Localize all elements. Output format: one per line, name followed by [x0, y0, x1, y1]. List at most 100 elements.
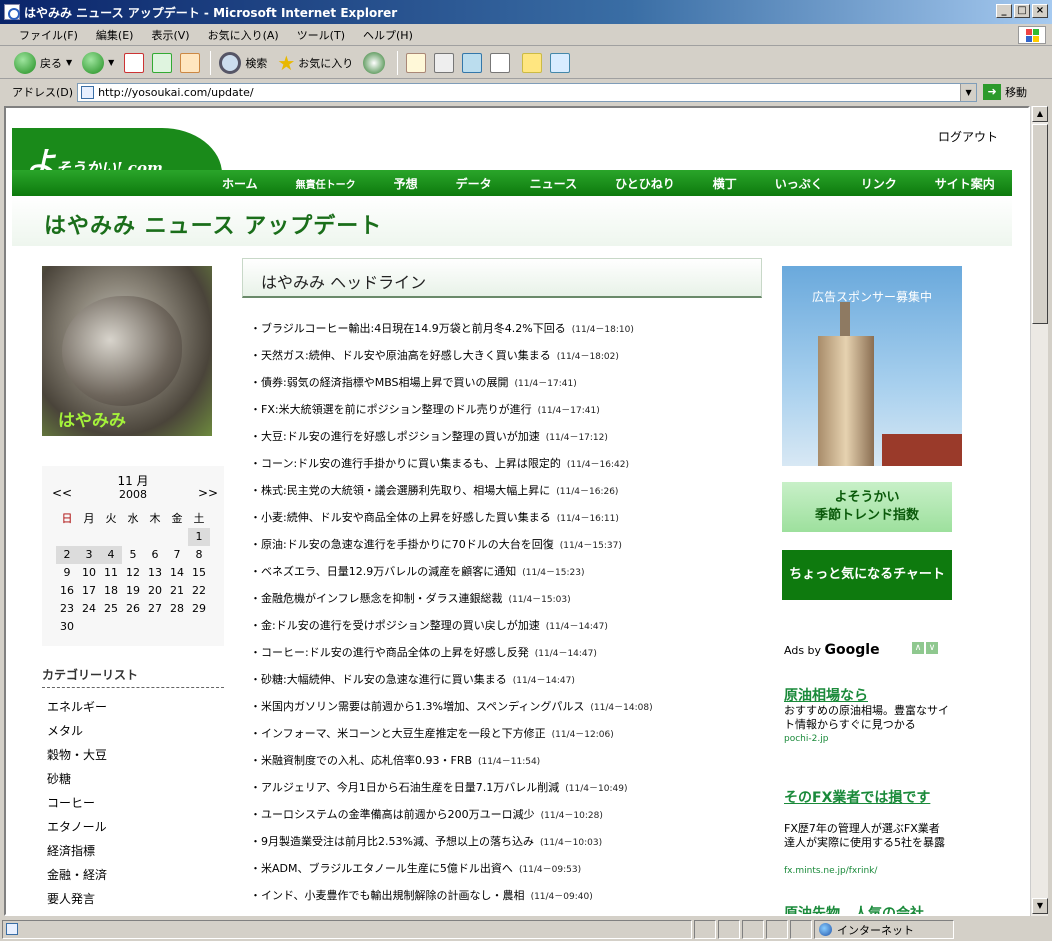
- category-item[interactable]: 金融・経済: [47, 866, 107, 883]
- calendar-day[interactable]: 13: [144, 564, 166, 582]
- category-item[interactable]: エネルギー: [47, 698, 107, 715]
- history-icon[interactable]: [363, 51, 386, 74]
- messenger-icon[interactable]: [462, 52, 483, 73]
- address-input[interactable]: http://yosoukai.com/update/ ▼: [77, 82, 978, 102]
- calendar-day[interactable]: 23: [56, 600, 78, 618]
- google-ad-title[interactable]: 原油先物、人気の会社: [784, 906, 952, 914]
- nav-ippuku[interactable]: いっぷく: [775, 175, 823, 192]
- calendar-day[interactable]: 27: [144, 600, 166, 618]
- scroll-thumb[interactable]: [1032, 124, 1048, 324]
- news-link[interactable]: コーヒー:ドル安の進行や商品全体の上昇を好感し反発: [261, 646, 529, 659]
- news-link[interactable]: インド、小麦豊作でも輸出規制解除の計画なし・農相: [261, 889, 525, 902]
- news-link[interactable]: インフォーマ、米コーンと大豆生産推定を一段と下方修正: [261, 727, 546, 740]
- news-link[interactable]: 9月製造業受注は前月比2.53%減、予想以上の落ち込み: [261, 835, 534, 848]
- news-link[interactable]: 米ADM、ブラジルエタノール生産に5億ドル出資へ: [261, 862, 513, 875]
- home-icon[interactable]: [180, 52, 201, 73]
- calendar-day[interactable]: 4: [100, 546, 122, 564]
- news-link[interactable]: 天然ガス:続伸、ドル安や原油高を好感し大きく買い集まる: [261, 349, 551, 362]
- calendar-day[interactable]: 7: [166, 546, 188, 564]
- stop-icon[interactable]: [124, 52, 145, 73]
- calendar-day[interactable]: 17: [78, 582, 100, 600]
- calendar-day[interactable]: 10: [78, 564, 100, 582]
- people-icon[interactable]: [550, 52, 571, 73]
- category-item[interactable]: 穀物・大豆: [47, 746, 107, 763]
- calendar-day[interactable]: 1: [188, 528, 210, 546]
- news-link[interactable]: 金融危機がインフレ懸念を抑制・ダラス連銀総裁: [261, 592, 502, 605]
- calendar-day[interactable]: 15: [188, 564, 210, 582]
- ads-by-google[interactable]: Ads by Google: [784, 642, 880, 658]
- category-item[interactable]: 砂糖: [47, 770, 71, 787]
- google-ad-title[interactable]: 原油相場なら: [784, 688, 952, 704]
- news-link[interactable]: コーン:ドル安の進行手掛かりに買い集まるも、上昇は限定的: [261, 457, 561, 470]
- calendar-day[interactable]: 11: [100, 564, 122, 582]
- news-link[interactable]: 米融資制度での入札、応札倍率0.93・FRB: [261, 754, 472, 767]
- category-item[interactable]: 経済指標: [47, 842, 95, 859]
- nav-forecast[interactable]: 予想: [394, 175, 418, 192]
- news-link[interactable]: 砂糖:大幅続伸、ドル安の急速な進行に買い集まる: [261, 673, 507, 686]
- news-link[interactable]: ユーロシステムの金準備高は前週から200万ユーロ減少: [261, 808, 535, 821]
- google-ad-url[interactable]: pochi-2.jp: [784, 734, 828, 744]
- back-button[interactable]: 戻る ▼: [14, 51, 72, 74]
- calendar-day[interactable]: 24: [78, 600, 100, 618]
- address-dropdown-icon[interactable]: ▼: [960, 83, 977, 101]
- news-link[interactable]: 債券:弱気の経済指標やMBS相場上昇で買いの展開: [261, 376, 509, 389]
- refresh-icon[interactable]: [152, 52, 173, 73]
- calendar-day[interactable]: 25: [100, 600, 122, 618]
- calendar-day[interactable]: 19: [122, 582, 144, 600]
- news-link[interactable]: アルジェリア、今月1日から石油生産を日量7.1万バレル削減: [261, 781, 559, 794]
- calendar-day[interactable]: 12: [122, 564, 144, 582]
- menu-tools[interactable]: ツール(T): [288, 27, 354, 43]
- back-dropdown-icon[interactable]: ▼: [66, 58, 72, 67]
- calendar-day[interactable]: 9: [56, 564, 78, 582]
- close-button[interactable]: ×: [1032, 4, 1048, 18]
- menu-view[interactable]: 表示(V): [142, 27, 198, 43]
- calendar-day[interactable]: 29: [188, 600, 210, 618]
- nav-home[interactable]: ホーム: [222, 175, 258, 192]
- calendar-day[interactable]: 26: [122, 600, 144, 618]
- calendar-day[interactable]: 22: [188, 582, 210, 600]
- calendar-day[interactable]: 14: [166, 564, 188, 582]
- nav-hitohineri[interactable]: ひとひねり: [615, 175, 675, 192]
- category-item[interactable]: メタル: [47, 722, 83, 739]
- calendar-day[interactable]: 5: [122, 546, 144, 564]
- ad-prev-icon[interactable]: ∧: [912, 642, 924, 654]
- nav-data[interactable]: データ: [456, 175, 492, 192]
- calendar-day[interactable]: 30: [56, 618, 78, 636]
- news-link[interactable]: 原油:ドル安の急速な進行を手掛かりに70ドルの大台を回復: [261, 538, 554, 551]
- news-link[interactable]: 株式:民主党の大統領・議会選勝利先取り、相場大幅上昇に: [261, 484, 550, 497]
- mail-icon[interactable]: [406, 52, 427, 73]
- edit-icon[interactable]: [490, 52, 511, 73]
- nav-site-guide[interactable]: サイト案内: [935, 175, 995, 192]
- news-link[interactable]: 小麦:続伸、ドル安や商品全体の上昇を好感した買い集まる: [261, 511, 551, 524]
- menu-file[interactable]: ファイル(F): [10, 27, 87, 43]
- category-item[interactable]: コーヒー: [47, 794, 95, 811]
- nav-yokocho[interactable]: 横丁: [713, 175, 737, 192]
- nav-links[interactable]: リンク: [861, 175, 897, 192]
- calendar-day[interactable]: 20: [144, 582, 166, 600]
- chart-banner[interactable]: ちょっと気になるチャート: [782, 550, 952, 600]
- calendar-day[interactable]: 21: [166, 582, 188, 600]
- menu-edit[interactable]: 編集(E): [87, 27, 143, 43]
- sponsor-ad-banner[interactable]: 広告スポンサー募集中: [782, 266, 962, 466]
- category-item[interactable]: エタノール: [47, 818, 107, 835]
- google-ad-title[interactable]: そのFX業者では損です: [784, 790, 952, 806]
- maximize-button[interactable]: □: [1014, 4, 1030, 18]
- notes-icon[interactable]: [522, 52, 543, 73]
- news-link[interactable]: FX:米大統領選を前にポジション整理のドル売りが進行: [261, 403, 532, 416]
- calendar-day[interactable]: 16: [56, 582, 78, 600]
- menu-favorites[interactable]: お気に入り(A): [199, 27, 288, 43]
- calendar-prev-button[interactable]: <<: [52, 486, 72, 500]
- scroll-up-icon[interactable]: ▲: [1032, 106, 1048, 122]
- calendar-day[interactable]: 18: [100, 582, 122, 600]
- news-link[interactable]: ブラジルコーヒー輸出:4日現在14.9万袋と前月冬4.2%下回る: [261, 322, 566, 335]
- nav-news[interactable]: ニュース: [530, 175, 577, 192]
- calendar-day[interactable]: 2: [56, 546, 78, 564]
- category-item[interactable]: 要人発言: [47, 890, 95, 907]
- news-link[interactable]: 金:ドル安の進行を受けポジション整理の買い戻しが加速: [261, 619, 540, 632]
- minimize-button[interactable]: _: [996, 4, 1012, 18]
- calendar-day[interactable]: 28: [166, 600, 188, 618]
- calendar-day[interactable]: 3: [78, 546, 100, 564]
- forward-dropdown-icon[interactable]: ▼: [108, 58, 114, 67]
- trend-index-banner[interactable]: よそうかい 季節トレンド指数: [782, 482, 952, 532]
- menu-help[interactable]: ヘルプ(H): [354, 27, 422, 43]
